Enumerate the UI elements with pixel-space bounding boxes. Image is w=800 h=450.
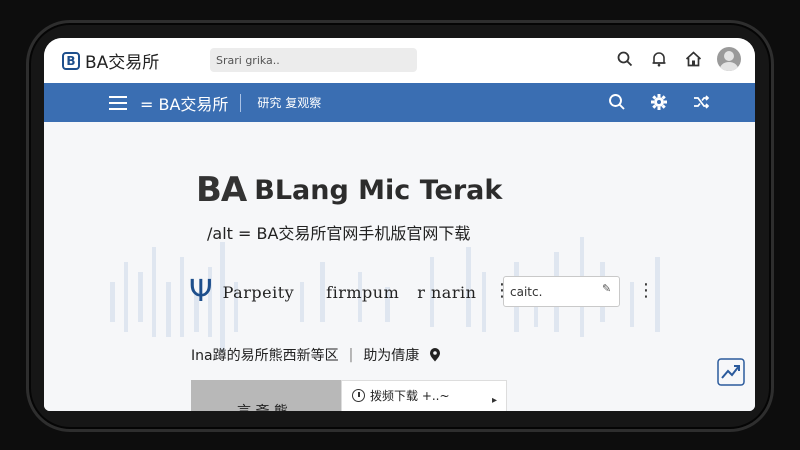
info-left: Ina蹲的易所熊西新等区 [191, 348, 339, 364]
tab-row: Ψ Parpeity firmpum r narin [189, 277, 476, 307]
psi-logo-icon: Ψ [189, 274, 213, 309]
nav-link[interactable]: 研究 复观察 [257, 94, 321, 111]
home-icon[interactable] [683, 49, 703, 69]
clock-icon [352, 389, 365, 402]
top-bar: B BA交易所 [44, 38, 755, 83]
search-icon[interactable] [607, 92, 627, 112]
logo-text: BA交易所 [85, 53, 160, 73]
more-options-icon[interactable]: ⋮ [637, 280, 655, 301]
download-card[interactable]: 拨频下载 +..~ ▸ [341, 380, 507, 411]
main-content: BA BLang Mic Terak /alt = BA交易所官网手机版官网下载… [44, 122, 755, 411]
hero-subtitle: /alt = BA交易所官网手机版官网下载 [207, 224, 471, 243]
tab-1[interactable]: Parpeity [223, 283, 295, 302]
location-pin-icon [430, 348, 441, 362]
top-icons [615, 47, 741, 71]
trending-chart-icon[interactable] [717, 358, 745, 386]
nav-brand[interactable]: = BA交易所 [140, 91, 228, 115]
shuffle-icon[interactable] [691, 92, 711, 112]
app-logo[interactable]: B BA交易所 [62, 48, 159, 73]
edit-icon[interactable]: ✎ [602, 282, 611, 295]
app-screen: B BA交易所 = BA交易所 研究 复观察 [44, 38, 755, 411]
search-input[interactable] [210, 48, 417, 72]
gear-icon[interactable] [649, 92, 669, 112]
info-row: Ina蹲的易所熊西新等区 | 助为倩康 [191, 345, 441, 365]
hero-title: BA BLang Mic Terak [196, 170, 502, 210]
bell-icon[interactable] [649, 49, 669, 69]
hero-logo: BA [196, 170, 247, 210]
nav-bar: = BA交易所 研究 复观察 [44, 83, 755, 122]
avatar[interactable] [717, 47, 741, 71]
hero-name: BLang Mic Terak [254, 174, 503, 206]
search-icon[interactable] [615, 49, 635, 69]
tab-3[interactable]: r narin [417, 283, 476, 302]
grey-card-label: 言 斋 熊 [237, 401, 288, 411]
download-card-label: 拨频下载 +..~ [370, 389, 450, 403]
grey-card[interactable]: 言 斋 熊 [191, 380, 341, 411]
hamburger-icon[interactable] [109, 95, 127, 110]
tab-2[interactable]: firmpum [326, 283, 399, 302]
logo-mark: B [62, 51, 80, 70]
info-divider: | [348, 347, 354, 363]
nav-icons [607, 92, 711, 112]
chevron-right-icon: ▸ [492, 395, 498, 406]
nav-divider [240, 93, 242, 112]
info-right[interactable]: 助为倩康 [363, 345, 419, 365]
